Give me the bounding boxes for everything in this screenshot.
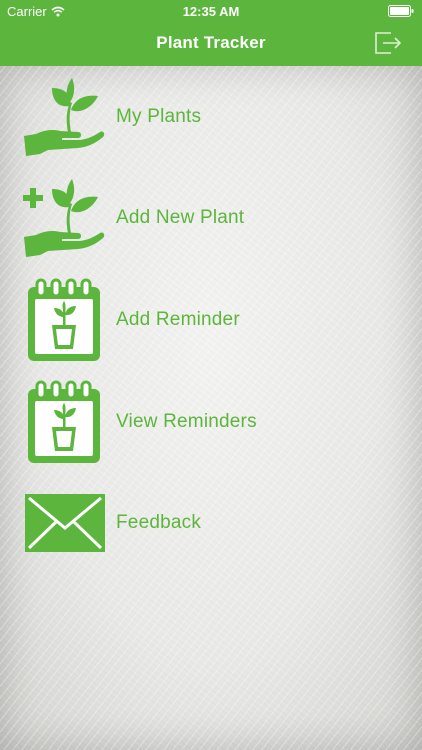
calendar-plant-icon: [28, 380, 100, 463]
menu-item-my-plants[interactable]: My Plants: [22, 74, 402, 160]
nav-bar: Plant Tracker: [0, 22, 422, 66]
hand-plant-add-icon: [23, 179, 105, 257]
menu-item-add-new-plant[interactable]: Add New Plant: [22, 175, 402, 261]
page-title: Plant Tracker: [156, 33, 266, 52]
calendar-plant-icon: [28, 278, 100, 361]
status-bar: Carrier 12:35 AM: [0, 0, 422, 22]
main-content: My Plants Add New Plant Add Reminder Vie…: [0, 66, 422, 750]
menu-item-label: Add New Plant: [116, 207, 245, 228]
menu-item-label: View Reminders: [116, 411, 257, 432]
menu-item-add-reminder[interactable]: Add Reminder: [22, 277, 402, 363]
menu-item-label: Feedback: [116, 512, 202, 533]
status-time: 12:35 AM: [182, 4, 240, 19]
hand-plant-icon: [24, 78, 105, 156]
menu-item-label: Add Reminder: [116, 309, 240, 330]
menu-item-label: My Plants: [116, 106, 202, 127]
logout-icon[interactable]: [374, 30, 402, 56]
battery-icon: [388, 5, 414, 17]
envelope-icon: [25, 494, 105, 552]
menu-item-view-reminders[interactable]: View Reminders: [22, 379, 402, 465]
menu-item-feedback[interactable]: Feedback: [22, 480, 402, 566]
top-bar: Carrier 12:35 AM Plant Tracker: [0, 0, 422, 66]
